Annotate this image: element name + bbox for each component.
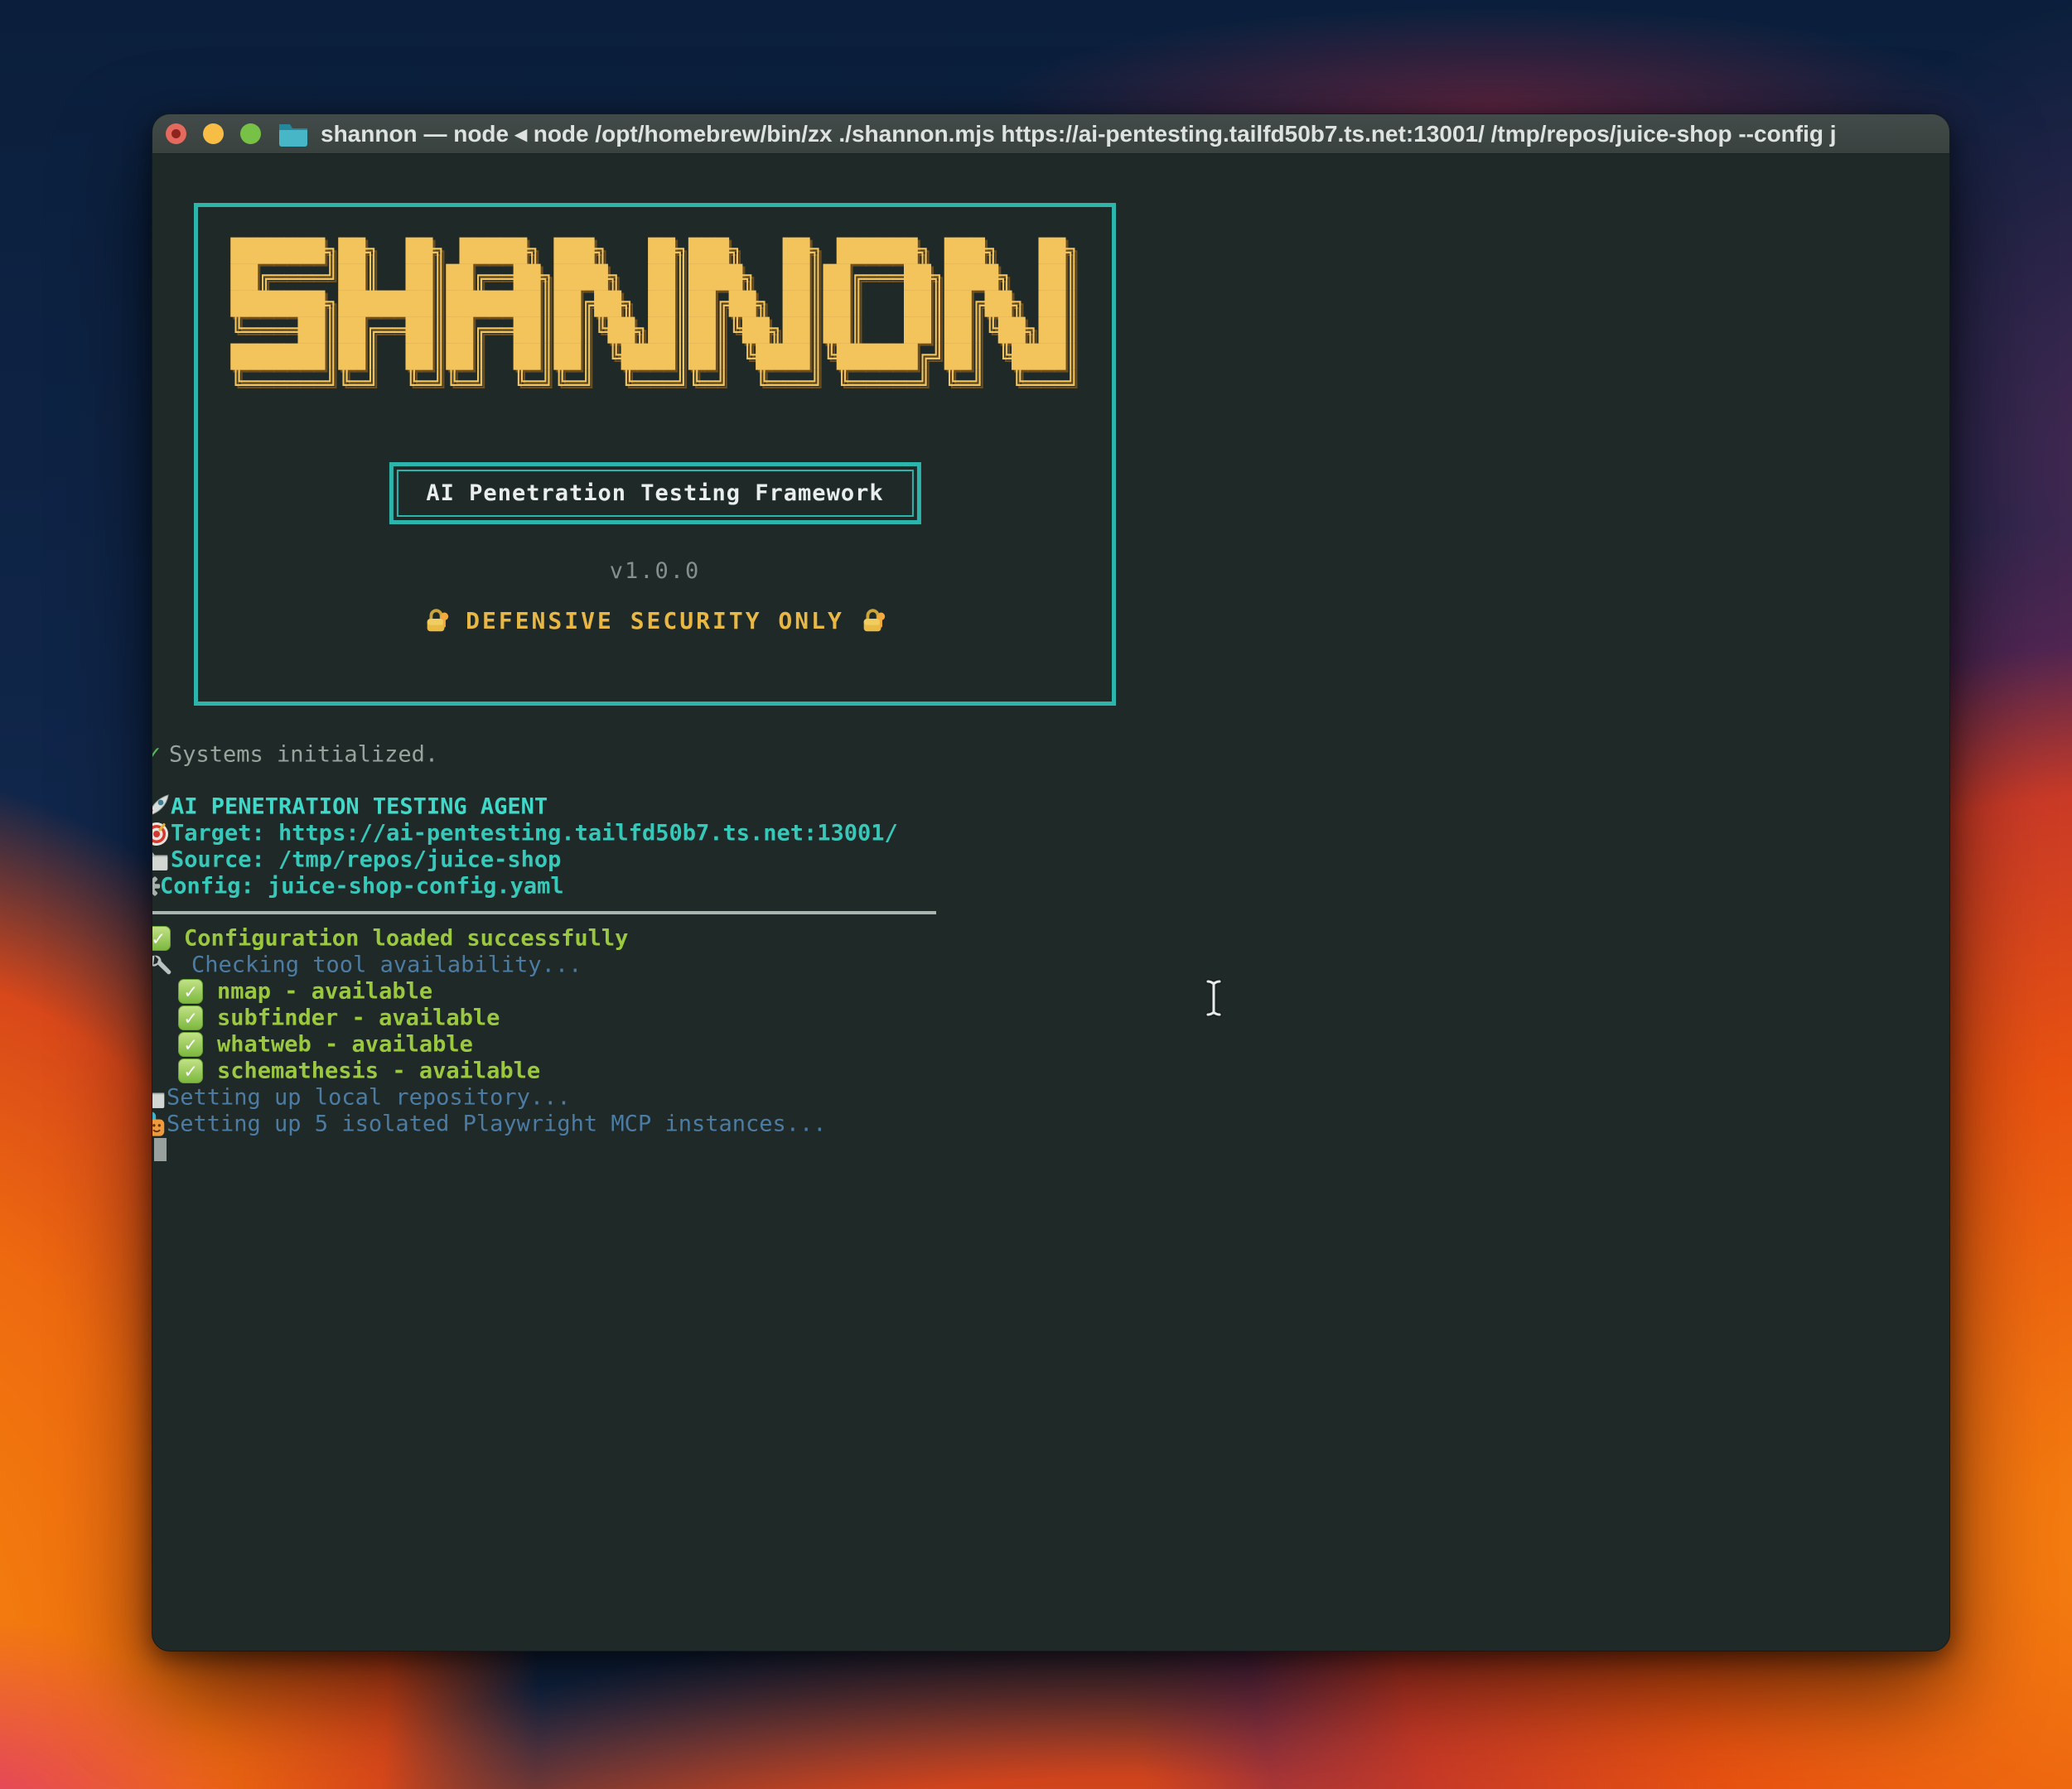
ascii-art-text: ███████╗██╗ ██╗ █████╗ ███╗ ██╗███╗ ██╗ …: [230, 239, 1079, 398]
folder-icon: [278, 121, 309, 147]
lock-icon: [423, 606, 451, 634]
security-notice-text: DEFENSIVE SECURITY ONLY: [466, 607, 844, 634]
rocket-icon: [152, 792, 172, 822]
terminal-line: AI PENETRATION TESTING AGENT: [152, 793, 1949, 820]
shannon-ascii-logo: ███████╗██╗ ██╗ █████╗ ███╗ ██╗███╗ ██╗ …: [198, 239, 1112, 398]
terminal-line-text: Setting up 5 isolated Playwright MCP ins…: [167, 1111, 827, 1137]
close-button[interactable]: [166, 123, 186, 144]
terminal-line-text: Setting up local repository...: [167, 1085, 571, 1111]
terminal-line-text: Source: /tmp/repos/juice-shop: [171, 847, 561, 873]
target-icon: [152, 818, 172, 848]
minimize-button[interactable]: [203, 123, 224, 144]
terminal-line-text: Config: juice-shop-config.yaml: [160, 874, 564, 899]
folder-icon: [152, 846, 170, 874]
terminal-line-text: Configuration loaded successfully: [184, 926, 628, 952]
terminal-line: Target: https://ai-pentesting.tailfd50b7…: [152, 820, 1949, 846]
terminal-window[interactable]: shannon — node ◂ node /opt/homebrew/bin/…: [152, 113, 1950, 1652]
terminal-line-text: subfinder - available: [217, 1005, 500, 1031]
terminal-line-text: Systems initialized.: [169, 742, 438, 768]
folder-icon: [152, 1084, 167, 1111]
window-title: shannon — node ◂ node /opt/homebrew/bin/…: [321, 120, 1936, 147]
shannon-banner-box: ███████╗██╗ ██╗ █████╗ ███╗ ██╗███╗ ██╗ …: [194, 203, 1116, 706]
terminal-line: Setting up 5 isolated Playwright MCP ins…: [152, 1111, 1949, 1137]
section-divider: [152, 911, 936, 914]
terminal-line-text: Target: https://ai-pentesting.tailfd50b7…: [171, 821, 898, 846]
terminal-line: ✓ schemathesis - available: [152, 1058, 1949, 1084]
terminal-line: ✓ Systems initialized.: [152, 741, 1949, 768]
security-notice: DEFENSIVE SECURITY ONLY: [198, 606, 1112, 634]
check-badge-icon: ✓: [178, 979, 203, 1004]
terminal-line: ✓ subfinder - available: [152, 1005, 1949, 1031]
terminal-line: ✓ whatweb - available: [152, 1031, 1949, 1058]
terminal-line: Checking tool availability...: [152, 952, 1949, 978]
traffic-lights: [166, 123, 261, 144]
zoom-button[interactable]: [240, 123, 261, 144]
terminal-block-cursor: [154, 1138, 167, 1161]
terminal-line-text: AI PENETRATION TESTING AGENT: [171, 794, 548, 820]
check-badge-icon: ✓: [152, 926, 171, 951]
terminal-line-text: whatweb - available: [217, 1032, 473, 1058]
terminal-line: ✓ Configuration loaded successfully: [152, 925, 1949, 952]
terminal-line: ✓ nmap - available: [152, 978, 1949, 1005]
terminal-line: Config: juice-shop-config.yaml: [152, 873, 1949, 899]
framework-title-box: AI Penetration Testing Framework: [389, 462, 920, 524]
terminal-line: Setting up local repository...: [152, 1084, 1949, 1111]
lock-icon: [859, 606, 887, 634]
desktop-wallpaper: shannon — node ◂ node /opt/homebrew/bin/…: [0, 0, 2072, 1789]
terminal-line-text: nmap - available: [217, 979, 432, 1005]
check-badge-icon: ✓: [178, 1005, 203, 1030]
wrench-icon: [152, 952, 173, 978]
terminal-line-text: Checking tool availability...: [191, 952, 582, 978]
check-badge-icon: ✓: [178, 1032, 203, 1057]
window-titlebar[interactable]: shannon — node ◂ node /opt/homebrew/bin/…: [152, 114, 1949, 154]
terminal-line-text: schemathesis - available: [217, 1058, 540, 1084]
terminal-line: Source: /tmp/repos/juice-shop: [152, 846, 1949, 873]
framework-title: AI Penetration Testing Framework: [396, 470, 913, 517]
masks-icon: [152, 1111, 167, 1138]
version-label: v1.0.0: [198, 558, 1112, 584]
check-badge-icon: ✓: [178, 1058, 203, 1083]
text-ibeam-cursor: [1203, 978, 1224, 1022]
